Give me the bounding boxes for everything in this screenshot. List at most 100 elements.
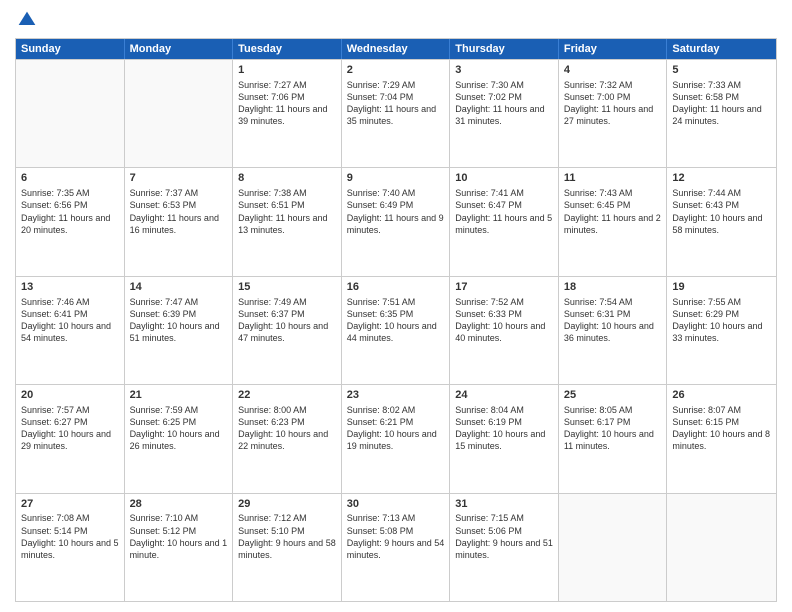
cell-info: Sunrise: 7:27 AM Sunset: 7:06 PM Dayligh… [238,79,336,128]
calendar-cell-day-9: 9Sunrise: 7:40 AM Sunset: 6:49 PM Daylig… [342,168,451,275]
logo-icon [17,10,37,30]
calendar-row-0: 1Sunrise: 7:27 AM Sunset: 7:06 PM Daylig… [16,59,776,167]
calendar-cell-day-16: 16Sunrise: 7:51 AM Sunset: 6:35 PM Dayli… [342,277,451,384]
calendar-cell-empty [125,60,234,167]
calendar-cell-empty [667,494,776,601]
calendar-cell-day-24: 24Sunrise: 8:04 AM Sunset: 6:19 PM Dayli… [450,385,559,492]
calendar-cell-empty [16,60,125,167]
cell-info: Sunrise: 7:40 AM Sunset: 6:49 PM Dayligh… [347,187,445,236]
calendar-cell-day-26: 26Sunrise: 8:07 AM Sunset: 6:15 PM Dayli… [667,385,776,492]
calendar-cell-day-31: 31Sunrise: 7:15 AM Sunset: 5:06 PM Dayli… [450,494,559,601]
day-number: 16 [347,280,445,295]
calendar-cell-day-13: 13Sunrise: 7:46 AM Sunset: 6:41 PM Dayli… [16,277,125,384]
day-number: 14 [130,280,228,295]
cell-info: Sunrise: 7:33 AM Sunset: 6:58 PM Dayligh… [672,79,771,128]
day-number: 10 [455,171,553,186]
cell-info: Sunrise: 7:13 AM Sunset: 5:08 PM Dayligh… [347,512,445,561]
calendar-cell-day-25: 25Sunrise: 8:05 AM Sunset: 6:17 PM Dayli… [559,385,668,492]
calendar-cell-day-18: 18Sunrise: 7:54 AM Sunset: 6:31 PM Dayli… [559,277,668,384]
day-number: 28 [130,497,228,512]
cell-info: Sunrise: 8:05 AM Sunset: 6:17 PM Dayligh… [564,404,662,453]
calendar-cell-day-21: 21Sunrise: 7:59 AM Sunset: 6:25 PM Dayli… [125,385,234,492]
cell-info: Sunrise: 8:00 AM Sunset: 6:23 PM Dayligh… [238,404,336,453]
day-number: 20 [21,388,119,403]
cell-info: Sunrise: 7:10 AM Sunset: 5:12 PM Dayligh… [130,512,228,561]
day-number: 9 [347,171,445,186]
weekday-header-thursday: Thursday [450,39,559,59]
calendar-cell-day-8: 8Sunrise: 7:38 AM Sunset: 6:51 PM Daylig… [233,168,342,275]
day-number: 4 [564,63,662,78]
day-number: 18 [564,280,662,295]
calendar-cell-day-23: 23Sunrise: 8:02 AM Sunset: 6:21 PM Dayli… [342,385,451,492]
weekday-header-monday: Monday [125,39,234,59]
cell-info: Sunrise: 7:12 AM Sunset: 5:10 PM Dayligh… [238,512,336,561]
calendar-row-4: 27Sunrise: 7:08 AM Sunset: 5:14 PM Dayli… [16,493,776,601]
cell-info: Sunrise: 7:59 AM Sunset: 6:25 PM Dayligh… [130,404,228,453]
calendar-cell-day-17: 17Sunrise: 7:52 AM Sunset: 6:33 PM Dayli… [450,277,559,384]
day-number: 12 [672,171,771,186]
cell-info: Sunrise: 8:04 AM Sunset: 6:19 PM Dayligh… [455,404,553,453]
weekday-header-friday: Friday [559,39,668,59]
calendar-cell-day-20: 20Sunrise: 7:57 AM Sunset: 6:27 PM Dayli… [16,385,125,492]
calendar-cell-empty [559,494,668,601]
cell-info: Sunrise: 7:32 AM Sunset: 7:00 PM Dayligh… [564,79,662,128]
calendar-cell-day-27: 27Sunrise: 7:08 AM Sunset: 5:14 PM Dayli… [16,494,125,601]
cell-info: Sunrise: 7:37 AM Sunset: 6:53 PM Dayligh… [130,187,228,236]
day-number: 25 [564,388,662,403]
day-number: 17 [455,280,553,295]
calendar-cell-day-28: 28Sunrise: 7:10 AM Sunset: 5:12 PM Dayli… [125,494,234,601]
weekday-header-saturday: Saturday [667,39,776,59]
day-number: 13 [21,280,119,295]
calendar-cell-day-7: 7Sunrise: 7:37 AM Sunset: 6:53 PM Daylig… [125,168,234,275]
calendar-cell-day-10: 10Sunrise: 7:41 AM Sunset: 6:47 PM Dayli… [450,168,559,275]
calendar-cell-day-22: 22Sunrise: 8:00 AM Sunset: 6:23 PM Dayli… [233,385,342,492]
day-number: 1 [238,63,336,78]
calendar-body: 1Sunrise: 7:27 AM Sunset: 7:06 PM Daylig… [16,59,776,601]
calendar-cell-day-15: 15Sunrise: 7:49 AM Sunset: 6:37 PM Dayli… [233,277,342,384]
day-number: 8 [238,171,336,186]
calendar-cell-day-5: 5Sunrise: 7:33 AM Sunset: 6:58 PM Daylig… [667,60,776,167]
cell-info: Sunrise: 8:07 AM Sunset: 6:15 PM Dayligh… [672,404,771,453]
day-number: 7 [130,171,228,186]
page-header [15,10,777,30]
day-number: 6 [21,171,119,186]
calendar-cell-day-30: 30Sunrise: 7:13 AM Sunset: 5:08 PM Dayli… [342,494,451,601]
cell-info: Sunrise: 7:51 AM Sunset: 6:35 PM Dayligh… [347,296,445,345]
day-number: 27 [21,497,119,512]
cell-info: Sunrise: 7:30 AM Sunset: 7:02 PM Dayligh… [455,79,553,128]
calendar-header: SundayMondayTuesdayWednesdayThursdayFrid… [16,39,776,59]
cell-info: Sunrise: 7:43 AM Sunset: 6:45 PM Dayligh… [564,187,662,236]
cell-info: Sunrise: 7:52 AM Sunset: 6:33 PM Dayligh… [455,296,553,345]
calendar: SundayMondayTuesdayWednesdayThursdayFrid… [15,38,777,602]
cell-info: Sunrise: 7:44 AM Sunset: 6:43 PM Dayligh… [672,187,771,236]
calendar-cell-day-12: 12Sunrise: 7:44 AM Sunset: 6:43 PM Dayli… [667,168,776,275]
calendar-cell-day-3: 3Sunrise: 7:30 AM Sunset: 7:02 PM Daylig… [450,60,559,167]
day-number: 31 [455,497,553,512]
cell-info: Sunrise: 7:15 AM Sunset: 5:06 PM Dayligh… [455,512,553,561]
calendar-cell-day-29: 29Sunrise: 7:12 AM Sunset: 5:10 PM Dayli… [233,494,342,601]
day-number: 21 [130,388,228,403]
cell-info: Sunrise: 7:35 AM Sunset: 6:56 PM Dayligh… [21,187,119,236]
day-number: 26 [672,388,771,403]
cell-info: Sunrise: 8:02 AM Sunset: 6:21 PM Dayligh… [347,404,445,453]
day-number: 19 [672,280,771,295]
cell-info: Sunrise: 7:49 AM Sunset: 6:37 PM Dayligh… [238,296,336,345]
cell-info: Sunrise: 7:29 AM Sunset: 7:04 PM Dayligh… [347,79,445,128]
cell-info: Sunrise: 7:46 AM Sunset: 6:41 PM Dayligh… [21,296,119,345]
weekday-header-sunday: Sunday [16,39,125,59]
day-number: 30 [347,497,445,512]
weekday-header-wednesday: Wednesday [342,39,451,59]
calendar-cell-day-11: 11Sunrise: 7:43 AM Sunset: 6:45 PM Dayli… [559,168,668,275]
cell-info: Sunrise: 7:55 AM Sunset: 6:29 PM Dayligh… [672,296,771,345]
calendar-cell-day-6: 6Sunrise: 7:35 AM Sunset: 6:56 PM Daylig… [16,168,125,275]
day-number: 2 [347,63,445,78]
day-number: 5 [672,63,771,78]
day-number: 3 [455,63,553,78]
day-number: 22 [238,388,336,403]
cell-info: Sunrise: 7:57 AM Sunset: 6:27 PM Dayligh… [21,404,119,453]
weekday-header-tuesday: Tuesday [233,39,342,59]
cell-info: Sunrise: 7:47 AM Sunset: 6:39 PM Dayligh… [130,296,228,345]
day-number: 15 [238,280,336,295]
day-number: 23 [347,388,445,403]
cell-info: Sunrise: 7:08 AM Sunset: 5:14 PM Dayligh… [21,512,119,561]
